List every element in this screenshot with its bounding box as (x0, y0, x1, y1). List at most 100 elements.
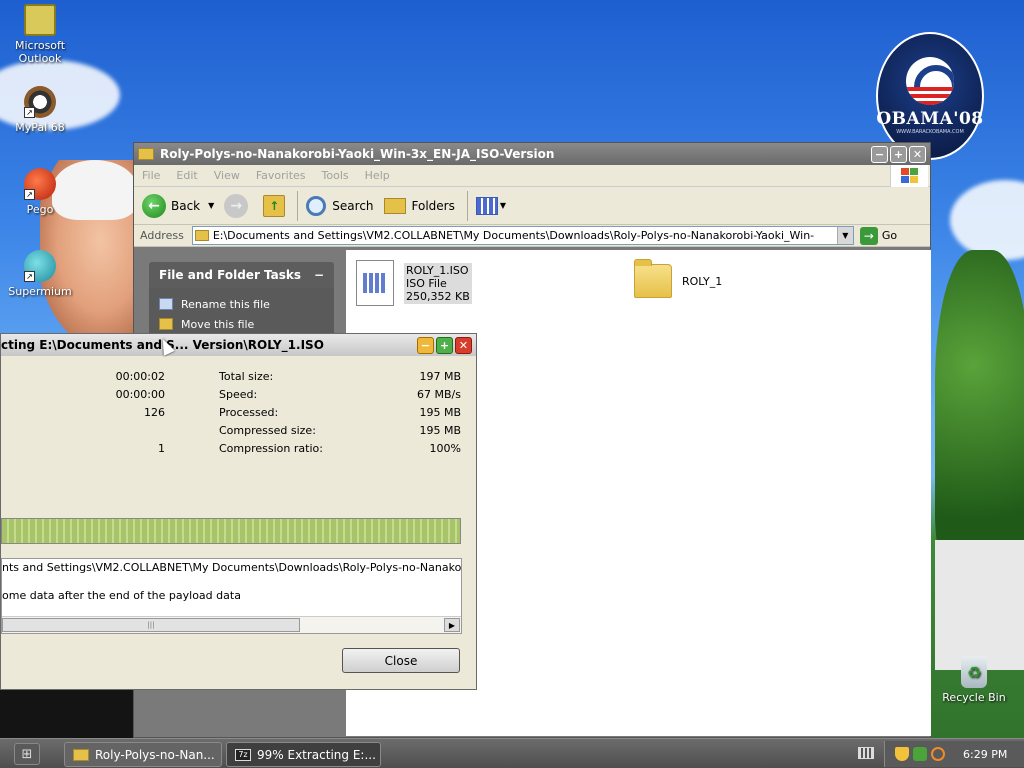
address-value: E:\Documents and Settings\VM2.COLLABNET\… (212, 229, 815, 242)
extract-dialog[interactable]: cting E:\Documents and S... Version\ROLY… (0, 333, 477, 690)
back-button[interactable]: ← Back ▼ (142, 193, 214, 218)
folder-icon (73, 748, 89, 761)
desktop-icon-label: Pego (26, 203, 54, 216)
views-icon (475, 196, 498, 215)
menu-tools[interactable]: Tools (322, 169, 349, 182)
start-button[interactable]: ⊞ (14, 743, 40, 765)
compression-ratio-value: 100% (429, 442, 461, 455)
desktop-icon-mypal[interactable]: ↗ MyPal 68 (2, 86, 78, 134)
elapsed-time-value: 00:00:02 (115, 370, 165, 383)
desktop-icon-pego[interactable]: ↗ Pego (2, 168, 78, 216)
menu-file[interactable]: File (142, 169, 160, 182)
extract-titlebar[interactable]: cting E:\Documents and S... Version\ROLY… (1, 334, 476, 356)
collapse-icon[interactable]: − (314, 268, 324, 282)
folder-icon (634, 259, 672, 298)
maximize-button[interactable]: + (890, 145, 907, 163)
forward-arrow-icon: → (224, 193, 249, 218)
clock: 6:29 PM (963, 747, 1008, 761)
close-dialog-button[interactable]: Close (342, 648, 460, 673)
folders-icon (383, 197, 406, 214)
speed-label: Speed: (219, 388, 258, 401)
compressed-size-value: 195 MB (419, 424, 461, 437)
back-label: Back (171, 198, 201, 213)
recycle-bin-icon: ♻ (961, 656, 987, 688)
keyboard-icon[interactable] (858, 747, 874, 759)
processed-value: 195 MB (419, 406, 461, 419)
file-item-iso[interactable]: ROLY_1.ISO ISO File 250,352 KB (356, 260, 472, 306)
start-grid-icon: ⊞ (21, 746, 33, 762)
scroll-right-icon[interactable]: ▶ (444, 618, 460, 632)
dialog-title: cting E:\Documents and S... Version\ROLY… (1, 338, 324, 352)
desktop-icon-label: Microsoft Outlook (14, 39, 66, 65)
network-icon[interactable] (913, 747, 927, 761)
menu-edit[interactable]: Edit (176, 169, 197, 182)
file-item-folder[interactable]: ROLY_1 (634, 259, 722, 298)
close-button[interactable]: ✕ (909, 145, 926, 163)
mypal-icon: ↗ (24, 86, 56, 118)
taskbar-button-extract[interactable]: 7z 99% Extracting E:... (226, 742, 381, 767)
close-button[interactable]: ✕ (455, 336, 472, 354)
address-dropdown-icon[interactable]: ▼ (836, 227, 853, 244)
minimize-button[interactable]: − (871, 145, 888, 163)
desktop-icon-supermium[interactable]: ↗ Supermium (2, 250, 78, 298)
task-label: Rename this file (181, 297, 270, 311)
folders-label: Folders (411, 198, 455, 213)
address-bar: Address E:\Documents and Settings\VM2.CO… (134, 225, 930, 247)
remaining-time-value: 00:00:00 (115, 388, 165, 401)
log-box[interactable]: nts and Settings\VM2.COLLABNET\My Docume… (1, 558, 462, 634)
badge-text: OBAMA'08 (876, 109, 984, 129)
task-pane-title: File and Folder Tasks (159, 268, 302, 282)
scroll-thumb[interactable]: ||| (2, 618, 300, 632)
supermium-icon: ↗ (24, 250, 56, 282)
horizontal-scrollbar[interactable]: ||| ▶ (2, 616, 461, 633)
cloud (950, 180, 1024, 260)
compression-ratio-label: Compression ratio: (219, 442, 323, 455)
minimize-button[interactable]: − (417, 336, 434, 354)
address-folder-icon (194, 230, 209, 241)
file-type: ISO File (406, 276, 447, 290)
total-size-value: 197 MB (419, 370, 461, 383)
back-arrow-icon: ← (142, 193, 166, 218)
outlook-icon (24, 4, 56, 36)
forward-button[interactable]: → (224, 193, 253, 218)
desktop-icon-label: MyPal 68 (15, 121, 65, 134)
folder-icon (138, 148, 154, 160)
white-house (935, 540, 1024, 670)
maximize-button[interactable]: + (436, 336, 453, 354)
desktop-icon-recycle-bin[interactable]: ♻ Recycle Bin (936, 656, 1012, 704)
views-button[interactable]: ▼ (475, 196, 507, 215)
desktop-icon-label: Recycle Bin (942, 691, 1006, 704)
back-dropdown-icon[interactable]: ▼ (208, 201, 214, 210)
search-button[interactable]: Search (306, 195, 374, 216)
up-folder-button[interactable]: ↑ (263, 194, 286, 217)
system-tray: 6:29 PM (884, 741, 1024, 767)
search-label: Search (332, 198, 374, 213)
go-button[interactable]: → Go (859, 226, 897, 245)
toolbar-separator (466, 190, 468, 221)
explorer-titlebar[interactable]: Roly-Polys-no-Nanakorobi-Yaoki_Win-3x_EN… (134, 143, 930, 165)
processed-label: Processed: (219, 406, 279, 419)
iso-file-icon (356, 260, 394, 306)
task-pane-header[interactable]: File and Folder Tasks − (149, 262, 334, 288)
windows-flag-icon (890, 165, 928, 187)
taskbar-button-explorer[interactable]: Roly-Polys-no-Nan... (64, 742, 222, 767)
compressed-size-label: Compressed size: (219, 424, 316, 437)
address-input[interactable]: E:\Documents and Settings\VM2.COLLABNET\… (191, 226, 854, 245)
search-tray-icon[interactable] (931, 747, 945, 761)
toolbar: ← Back ▼ → ↑ Search Folders ▼ (134, 187, 930, 225)
menu-favorites[interactable]: Favorites (256, 169, 306, 182)
desktop-icon-outlook[interactable]: Microsoft Outlook (2, 4, 78, 65)
menu-view[interactable]: View (214, 169, 240, 182)
go-arrow-icon: → (859, 226, 878, 245)
errors-value: 1 (158, 442, 165, 455)
speed-value: 67 MB/s (417, 388, 461, 401)
task-move-file[interactable]: Move this file (159, 314, 324, 334)
task-rename-file[interactable]: Rename this file (159, 294, 324, 314)
pego-icon: ↗ (24, 168, 56, 200)
views-dropdown-icon: ▼ (499, 201, 507, 210)
folders-button[interactable]: Folders (383, 197, 455, 214)
security-shield-icon[interactable] (895, 747, 909, 761)
task-label: Move this file (181, 317, 255, 331)
file-size: 250,352 KB (406, 289, 470, 303)
menu-help[interactable]: Help (365, 169, 390, 182)
